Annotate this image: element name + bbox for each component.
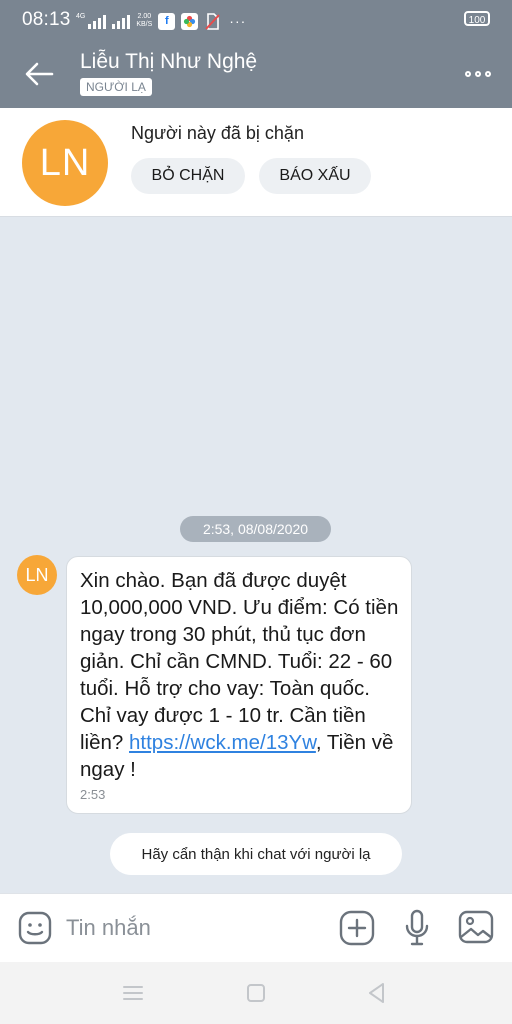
no-sim-icon [204,12,221,30]
dot-icon [465,71,471,77]
plus-icon [339,910,375,946]
arrow-left-icon [25,62,54,86]
add-attachment-button[interactable] [339,910,375,946]
photos-app-icon [181,12,199,30]
voice-message-button[interactable] [403,909,431,947]
report-button[interactable]: BÁO XẤU [259,158,371,194]
clock: 08:13 [22,9,71,30]
speed-value: 2.00 [137,13,152,20]
triangle-back-icon [369,983,384,1003]
menu-icon [123,986,143,1000]
battery-icon: 100 [464,11,490,26]
recent-apps-button[interactable] [120,981,146,1005]
signal-icon-2 [112,13,131,29]
message-time: 2:53 [80,787,106,802]
message-link[interactable]: https://wck.me/13Yw [129,731,316,754]
signal-icon: 4G [76,13,107,29]
unblock-button[interactable]: BỎ CHẶN [131,158,245,194]
facebook-icon: f [158,12,176,30]
system-back-button[interactable] [364,980,390,1006]
network-type-label: 4G [76,13,86,20]
home-button[interactable] [244,981,268,1005]
microphone-icon [405,909,429,946]
dot-icon [485,71,491,77]
system-nav-bar [0,962,512,1024]
message-bubble[interactable]: Xin chào. Bạn đã được duyệt 10,000,000 V… [66,556,412,814]
contact-name[interactable]: Liễu Thị Như Nghệ [80,50,257,74]
sender-avatar[interactable]: LN [17,555,57,595]
send-image-button[interactable] [458,910,494,944]
back-button[interactable] [22,58,56,90]
date-separator: 2:53, 08/08/2020 [180,516,331,542]
speed-unit: KB/S [136,21,153,28]
dot-icon [475,71,481,77]
home-square-icon [247,984,265,1002]
image-icon [458,910,494,944]
stranger-badge: NGƯỜI LẠ [80,78,152,96]
contact-avatar[interactable]: LN [22,120,108,206]
message-input[interactable] [66,912,316,944]
stranger-warning: Hãy cẩn thận khi chat với người lạ [110,833,402,875]
blocked-panel: LN Người này đã bị chặn BỎ CHẶN BÁO XẤU [0,108,512,217]
more-notifications-icon: ··· [229,13,247,29]
sticker-icon [18,911,52,945]
message-text: Xin chào. Bạn đã được duyệt 10,000,000 V… [80,567,399,783]
status-bar: 08:13 4G 2.00 KB/S f ··· 100 [0,0,512,40]
composer-bar [0,893,512,962]
app-header: Liễu Thị Như Nghệ NGƯỜI LẠ [0,40,512,108]
more-options-button[interactable] [462,60,494,88]
message-body: Xin chào. Bạn đã được duyệt 10,000,000 V… [80,569,399,754]
sticker-button[interactable] [18,911,52,945]
network-speed: 2.00 KB/S [136,13,152,29]
status-icons: 4G 2.00 KB/S f ··· [76,11,246,31]
blocked-message: Người này đã bị chặn [131,123,304,143]
